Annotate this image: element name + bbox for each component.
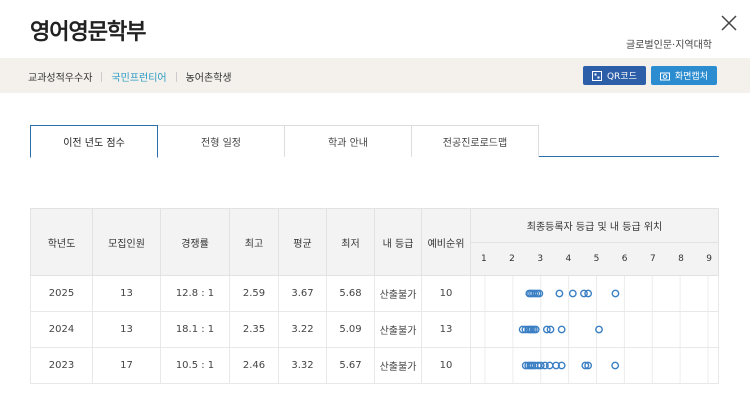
qr-code-button[interactable]: QR코드	[582, 66, 646, 85]
divider	[175, 71, 177, 82]
cell-max: 2.35	[229, 311, 279, 348]
grade-plot-cell	[470, 311, 719, 348]
grade-tick: 2	[509, 254, 515, 264]
scores-table: 학년도 모집인원 경쟁률 최고 평균 최저 내 등급 예비순위 최종등록자 등급…	[30, 208, 719, 384]
cell-year: 2023	[30, 347, 93, 384]
header-quota: 모집인원	[92, 208, 161, 276]
divider	[101, 71, 103, 82]
grade-dot	[545, 361, 554, 370]
grade-tick: 8	[678, 254, 684, 264]
cell-avg: 3.67	[278, 275, 327, 312]
admission-type-bar: 교과성적우수자 국민프런티어 농어촌학생 QR코드 화면캡처	[0, 58, 750, 93]
grade-dot	[611, 289, 620, 298]
cell-reserve: 13	[421, 311, 471, 348]
grade-tick: 5	[593, 254, 600, 264]
table-row: 2023 17 10.5 : 1 2.46 3.32 5.67 산출불가 10	[30, 347, 719, 384]
cell-ratio: 12.8 : 1	[160, 275, 230, 312]
close-icon[interactable]	[720, 14, 738, 32]
header-reserve: 예비순위	[421, 208, 471, 276]
tab-bar: 이전 년도 점수 전형 일정 학과 안내 전공진로로드맵	[30, 125, 719, 158]
crumb-excellence[interactable]: 교과성적우수자	[28, 69, 92, 84]
cell-avg: 3.32	[278, 347, 327, 384]
cell-ratio: 18.1 : 1	[160, 311, 230, 348]
cell-max: 2.46	[229, 347, 279, 384]
cell-min: 5.09	[326, 311, 375, 348]
camera-icon	[659, 72, 670, 80]
grade-tick: 1	[481, 254, 487, 264]
screen-capture-label: 화면캡처	[674, 72, 708, 82]
cell-year: 2025	[30, 275, 93, 312]
crumb-rural[interactable]: 농어촌학생	[186, 69, 232, 84]
grade-plot-cell	[470, 347, 719, 384]
grade-plot	[484, 312, 709, 347]
cell-year: 2024	[30, 311, 93, 348]
cell-quota: 13	[92, 275, 161, 312]
cell-min: 5.67	[326, 347, 375, 384]
header-plot: 최종등록자 등급 및 내 등급 위치	[470, 208, 719, 243]
header-avg: 평균	[278, 208, 327, 276]
header-min: 최저	[326, 208, 375, 276]
qr-icon	[591, 70, 602, 81]
grade-dot	[555, 289, 564, 298]
cell-reserve: 10	[421, 275, 471, 312]
grade-tick: 3	[537, 254, 544, 264]
grade-dot	[568, 289, 577, 298]
grade-tick: 6	[621, 254, 628, 264]
grade-dot	[611, 361, 620, 370]
cell-reserve: 10	[421, 347, 471, 384]
cell-my-grade: 산출불가	[374, 347, 422, 384]
cell-my-grade: 산출불가	[374, 275, 422, 312]
table-row: 2024 13 18.1 : 1 2.35 3.22 5.09 산출불가 13	[30, 311, 719, 348]
cell-min: 5.68	[326, 275, 375, 312]
header-ratio: 경쟁률	[160, 208, 230, 276]
header-year: 학년도	[30, 208, 93, 276]
tab-previous-scores[interactable]: 이전 년도 점수	[30, 125, 158, 158]
cell-max: 2.59	[229, 275, 279, 312]
header-my-grade: 내 등급	[374, 208, 422, 276]
grade-dot	[584, 289, 593, 298]
cell-my-grade: 산출불가	[374, 311, 422, 348]
crumb-frontier[interactable]: 국민프런티어	[111, 69, 166, 84]
page-title: 영어영문학부	[30, 20, 146, 45]
college-name: 글로벌인문·지역대학	[626, 40, 712, 51]
grade-plot	[484, 276, 709, 311]
cell-ratio: 10.5 : 1	[160, 347, 230, 384]
admission-type-list: 교과성적우수자 국민프런티어 농어촌학생	[28, 69, 232, 84]
screen-capture-button[interactable]: 화면캡처	[650, 66, 717, 85]
grade-dot	[557, 325, 566, 334]
grade-tick: 4	[565, 254, 572, 264]
cell-quota: 13	[92, 311, 161, 348]
qr-code-label: QR코드	[606, 72, 637, 82]
table-row: 2025 13 12.8 : 1 2.59 3.67 5.68 산출불가 10	[30, 275, 719, 312]
tab-career-roadmap[interactable]: 전공진로로드맵	[411, 125, 539, 157]
grade-tick: 7	[649, 254, 656, 264]
grade-plot-cell	[470, 275, 719, 312]
cell-avg: 3.22	[278, 311, 327, 348]
grade-plot	[484, 348, 709, 383]
grade-scale-header: 1 2 3 4 5 6 7 8 9	[470, 242, 719, 276]
tab-department-info[interactable]: 학과 안내	[284, 125, 412, 157]
tab-schedule[interactable]: 전형 일정	[157, 125, 285, 157]
cell-quota: 17	[92, 347, 161, 384]
grade-tick: 9	[706, 254, 712, 264]
header-max: 최고	[229, 208, 279, 276]
